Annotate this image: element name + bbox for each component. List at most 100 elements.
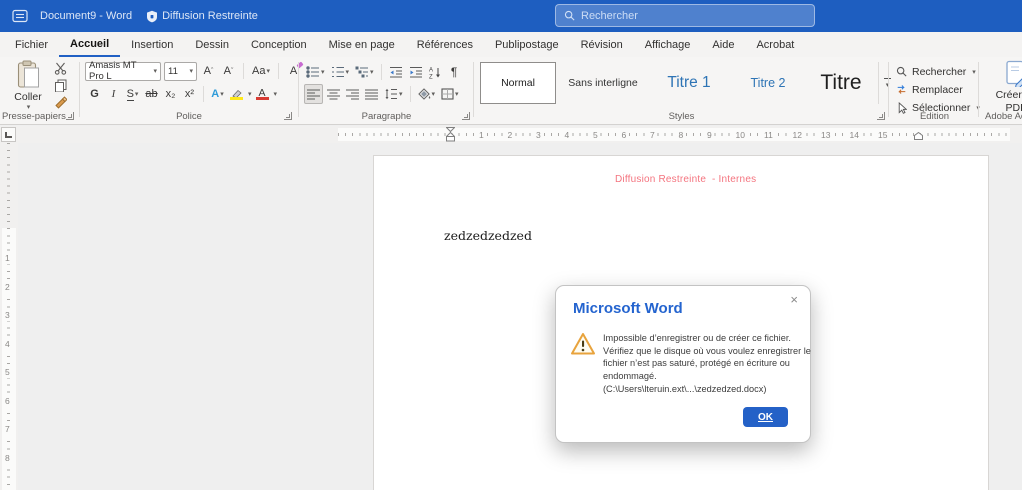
borders-button[interactable]: ▾ — [439, 84, 461, 104]
h-ruler-number: 15 — [877, 130, 888, 140]
tab-stop-icon — [5, 132, 12, 138]
paste-dropdown-icon[interactable]: ▾ — [27, 103, 31, 111]
font-color-bar — [256, 97, 269, 100]
font-size-combo[interactable]: 11 ▾ — [164, 62, 197, 81]
font-size-dropdown-icon[interactable]: ▾ — [189, 67, 193, 75]
tab-références[interactable]: Références — [406, 32, 484, 57]
h-ruler-number: 14 — [849, 130, 860, 140]
clear-formatting-button[interactable]: A — [285, 61, 302, 81]
page-header-text: Diffusion Restreinte - Internes — [615, 174, 756, 185]
italic-button[interactable]: I — [105, 84, 122, 104]
highlight-button[interactable] — [228, 84, 245, 104]
bullets-button[interactable]: ▾ — [304, 62, 327, 82]
h-ruler-number: 8 — [678, 130, 685, 140]
document-area: 12345678 Diffusion Restreinte - Internes… — [0, 143, 1022, 490]
align-center-button[interactable] — [325, 84, 342, 104]
search-icon — [564, 10, 575, 21]
decrease-indent-button[interactable] — [387, 62, 405, 82]
bullets-dropdown-icon: ▾ — [321, 68, 325, 76]
right-indent-marker-icon[interactable] — [914, 132, 923, 140]
shading-button[interactable]: ▾ — [416, 84, 438, 104]
align-left-button[interactable] — [304, 84, 323, 104]
strikethrough-button[interactable]: ab — [143, 84, 160, 104]
vertical-ruler[interactable]: 12345678 — [0, 143, 18, 490]
h-ruler-number: 1 — [478, 130, 485, 140]
align-center-icon — [327, 89, 340, 100]
tab-conception[interactable]: Conception — [240, 32, 318, 57]
underline-button[interactable]: S▾ — [124, 84, 141, 104]
style-normal[interactable]: Normal — [480, 62, 556, 104]
paragraph-group-label: Paragraphe — [301, 111, 472, 122]
paint-bucket-icon — [418, 88, 431, 100]
find-dropdown-icon: ▾ — [972, 68, 976, 76]
grow-font-button[interactable]: Aˆ — [200, 61, 217, 81]
sort-button[interactable]: AZ — [427, 62, 444, 82]
tab-mise-en-page[interactable]: Mise en page — [318, 32, 406, 57]
multilevel-list-button[interactable]: ▾ — [353, 62, 376, 82]
font-color-dropdown-icon[interactable]: ▾ — [274, 90, 278, 98]
subscript-button[interactable]: x₂ — [162, 84, 179, 104]
search-box[interactable] — [555, 4, 815, 27]
group-font: Amasis MT Pro L ▾ 11 ▾ Aˆ Aˇ Aa▾ A G I S… — [82, 57, 296, 124]
numbering-button[interactable]: ▾ — [329, 62, 352, 82]
v-ruler-number: 6 — [4, 396, 11, 407]
tab-insertion[interactable]: Insertion — [120, 32, 184, 57]
tab-révision[interactable]: Révision — [570, 32, 634, 57]
style-sans-interligne[interactable]: Sans interligne — [560, 62, 646, 104]
h-ruler-number: 5 — [592, 130, 599, 140]
create-pdf-button[interactable]: Créer un PDF — [987, 60, 1022, 115]
tab-acrobat[interactable]: Acrobat — [745, 32, 805, 57]
dialog-title: Microsoft Word — [573, 300, 683, 317]
ruler-ticks — [338, 133, 1010, 136]
indent-marker-icon[interactable] — [446, 127, 455, 142]
style-titre[interactable]: Titre — [808, 62, 874, 104]
show-marks-button[interactable]: ¶ — [446, 62, 463, 82]
dialog-close-icon[interactable]: × — [790, 292, 798, 307]
styles-group-label: Styles — [476, 111, 887, 122]
find-icon — [896, 66, 907, 77]
tab-selector[interactable] — [1, 127, 16, 142]
cut-icon[interactable] — [54, 62, 67, 75]
font-color-button[interactable]: A — [254, 84, 271, 104]
tab-affichage[interactable]: Affichage — [634, 32, 702, 57]
sensitivity-label[interactable]: Diffusion Restreinte — [146, 10, 258, 23]
v-ruler-number: 5 — [4, 367, 11, 378]
highlight-dropdown-icon[interactable]: ▾ — [248, 90, 252, 98]
editing-group-label: Édition — [892, 111, 977, 122]
font-name-combo[interactable]: Amasis MT Pro L ▾ — [85, 62, 161, 81]
acrobat-group-label: Adobe Acrobat — [985, 111, 1022, 122]
grow-caret-icon: ˆ — [211, 68, 213, 75]
tab-aide[interactable]: Aide — [701, 32, 745, 57]
line-spacing-button[interactable]: ▾ — [382, 84, 405, 104]
style-titre-2[interactable]: Titre 2 — [732, 62, 804, 104]
group-editing: Rechercher ▾ Remplacer Sélectionner ▾ Éd… — [892, 57, 977, 124]
clipboard-group-label: Presse-papiers — [0, 111, 68, 122]
font-name-dropdown-icon[interactable]: ▾ — [153, 67, 157, 75]
shading-dropdown-icon: ▾ — [432, 90, 436, 98]
horizontal-ruler[interactable]: 123456789101112131415 — [338, 128, 1010, 141]
tab-accueil[interactable]: Accueil — [59, 32, 120, 57]
tab-fichier[interactable]: Fichier — [4, 32, 59, 57]
tab-dessin[interactable]: Dessin — [184, 32, 240, 57]
multilevel-list-icon — [355, 66, 369, 78]
svg-text:Z: Z — [429, 74, 433, 79]
align-right-button[interactable] — [344, 84, 361, 104]
justify-button[interactable] — [363, 84, 380, 104]
search-input[interactable] — [581, 10, 806, 22]
bold-button[interactable]: G — [86, 84, 103, 104]
change-case-button[interactable]: Aa▾ — [250, 61, 272, 81]
dialog-ok-button[interactable]: OK — [743, 407, 788, 427]
replace-button[interactable]: Remplacer — [896, 81, 963, 98]
copy-icon[interactable] — [54, 79, 67, 92]
page-body-text[interactable]: zedzedzedzed — [444, 228, 532, 243]
v-ruler-number: 3 — [4, 310, 11, 321]
tab-publipostage[interactable]: Publipostage — [484, 32, 570, 57]
superscript-button[interactable]: x² — [181, 84, 198, 104]
ribbon-tabs: FichierAccueilInsertionDessinConceptionM… — [0, 32, 1022, 57]
increase-indent-button[interactable] — [407, 62, 425, 82]
style-titre-1[interactable]: Titre 1 — [650, 62, 728, 104]
text-effects-button[interactable]: A▾ — [209, 84, 226, 104]
shrink-font-button[interactable]: Aˇ — [220, 61, 237, 81]
find-button[interactable]: Rechercher ▾ — [896, 63, 976, 80]
format-painter-icon[interactable] — [54, 96, 67, 109]
